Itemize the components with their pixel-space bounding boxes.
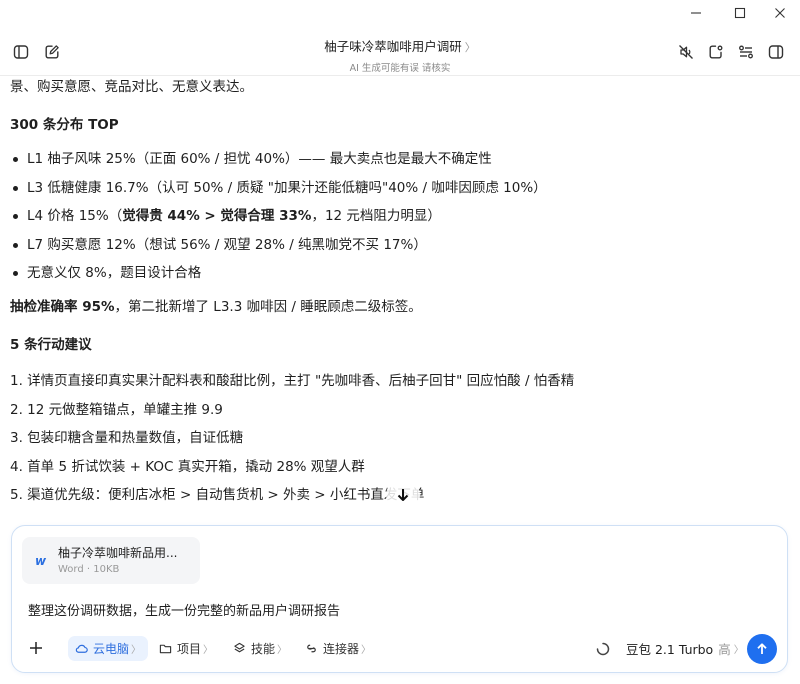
loading-spinner-icon [596,642,610,655]
chip-project[interactable]: 项目〉 [152,636,220,661]
list-item: 4. 首单 5 折试饮装 + KOC 真实开箱，撬动 28% 观望人群 [10,458,365,475]
right-panel-icon [768,45,784,59]
list-item: L4 价格 15%（觉得贵 44% > 觉得合理 33%，12 元档阻力明显） [10,205,780,227]
list-item: 2. 12 元做整箱锚点，单罐主推 9.9 [10,401,223,418]
connector-icon [307,644,316,653]
word-file-icon: w [35,554,47,568]
model-name: 豆包 2.1 Turbo [626,642,714,657]
send-button[interactable] [747,634,777,664]
chevron-right-icon: 〉 [131,645,142,656]
accuracy-paragraph: 抽检准确率 95%，第二批新增了 L3.3 咖啡因 / 睡眠顾虑二级标签。 [10,296,780,318]
arrow-up-icon [757,643,767,654]
attachment-name: 柚子冷萃咖啡新品用... [58,546,178,560]
chip-label: 技能 [251,642,276,656]
svg-text:w: w [35,554,47,568]
section-heading-distribution: 300 条分布 TOP [10,117,119,133]
chip-label: 云电脑 [93,642,130,656]
list-item: L3 低糖健康 16.7%（认可 50% / 质疑 "加果汁还能低糖吗"40% … [10,177,780,199]
speaker-muted-icon [679,45,693,59]
section-heading-actions: 5 条行动建议 [10,337,92,353]
share-icon [709,45,723,59]
conversation-title-text: 柚子味冷萃咖啡用户调研 [324,39,462,54]
accuracy-text: ，第二批新增了 L3.3 咖啡因 / 睡眠顾虑二级标签。 [114,299,422,315]
list-item: L1 柚子风味 25%（正面 60% / 担忧 40%）—— 最大卖点也是最大不… [10,148,780,170]
chip-connectors[interactable]: 连接器〉 [298,636,378,661]
model-selector[interactable]: 豆包 2.1 Turbo 高〉 [596,636,744,661]
assistant-message: 景、购买意愿、竞品对比、无意义表达。 300 条分布 TOP L1 柚子风味 2… [0,76,800,516]
folder-icon [159,644,172,654]
minimize-icon [691,12,701,14]
conversation-title[interactable]: 柚子味冷萃咖啡用户调研〉 [324,36,476,55]
list-item-bold: 觉得贵 44% > 觉得合理 33% [122,208,312,224]
message-text-fragment: 景、购买意愿、竞品对比、无意义表达。 [10,79,253,95]
list-item: L7 购买意愿 12%（想试 56% / 观望 28% / 纯黑咖党不买 17%… [10,234,780,256]
mute-button[interactable] [675,41,697,63]
maximize-icon [734,7,746,19]
list-item-text: ，12 元档阻力明显） [311,208,441,224]
chip-label: 连接器 [323,642,360,656]
chevron-right-icon: 〉 [361,645,372,656]
composer-toolbar: 云电脑〉 项目〉 技能〉 连接器〉 豆包 2.1 Turbo 高〉 [12,634,787,664]
plus-icon [30,642,42,654]
list-settings-icon [739,45,753,59]
accuracy-bold: 抽检准确率 95% [10,299,115,315]
attachment-meta: Word · 10KB [58,564,120,575]
distribution-list: L1 柚子风味 25%（正面 60% / 担忧 40%）—— 最大卖点也是最大不… [10,148,780,284]
attachment-card[interactable]: w 柚子冷萃咖啡新品用... Word · 10KB [22,537,200,584]
chevron-right-icon: 〉 [203,645,214,656]
share-button[interactable] [705,41,727,63]
cloud-icon [75,644,88,653]
chat-header: 柚子味冷萃咖啡用户调研〉 AI 生成可能有误 请核实 [0,26,800,76]
chevron-right-icon: 〉 [277,645,288,656]
add-button[interactable] [26,638,46,658]
window-titlebar [0,0,800,26]
model-tier: 高 [718,642,731,657]
close-icon [775,8,785,18]
list-settings-button[interactable] [735,41,757,63]
chip-skills[interactable]: 技能〉 [226,636,294,661]
message-composer[interactable]: w 柚子冷萃咖啡新品用... Word · 10KB 整理这份调研数据，生成一份… [11,525,788,673]
maximize-button[interactable] [720,0,760,26]
prompt-input[interactable]: 整理这份调研数据，生成一份完整的新品用户调研报告 [28,600,340,619]
chip-label: 项目 [177,642,202,656]
chevron-right-icon: 〉 [733,645,744,656]
skill-icon [234,642,245,653]
list-item: 1. 详情页直接印真实果汁配料表和酸甜比例，主打 "先咖啡香、后柚子回甘" 回应… [10,373,575,389]
arrow-down-icon [397,489,409,501]
list-item: 3. 包装印糖含量和热量数值，自证低糖 [10,430,244,446]
minimize-button[interactable] [676,0,716,26]
chip-cloud-computer[interactable]: 云电脑〉 [68,636,149,661]
list-item: 无意义仅 8%，题目设计合格 [10,262,780,284]
close-button[interactable] [760,0,800,26]
right-panel-toggle-button[interactable] [765,41,787,63]
title-chevron-icon: 〉 [464,41,476,54]
list-item-text: L4 价格 15%（ [27,208,123,224]
scroll-to-bottom-button[interactable] [386,478,420,512]
